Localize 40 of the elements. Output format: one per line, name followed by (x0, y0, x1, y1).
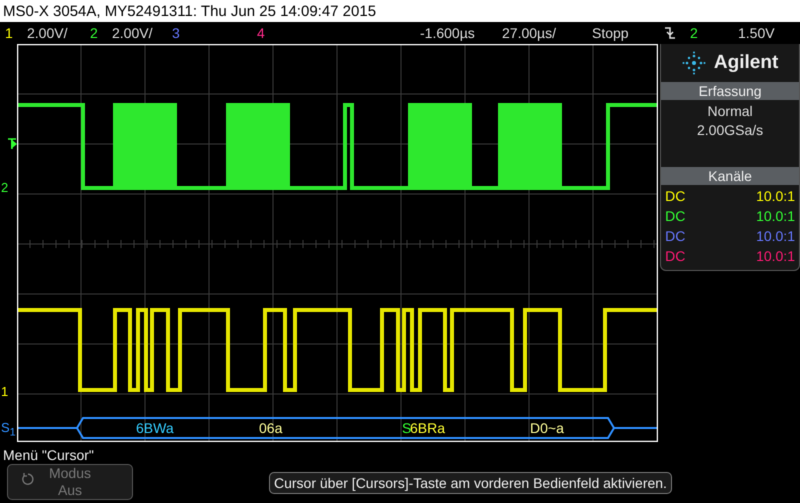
channel-scale: 2.00V/ (112, 25, 152, 41)
channel-coupling: DC (665, 208, 686, 224)
trigger-arrow-icon (11, 139, 17, 149)
run-state: Stopp (592, 25, 629, 41)
decode-label: 6BRa (410, 420, 446, 436)
channel-number[interactable]: 4 (257, 25, 265, 41)
window-title: MS0-X 3054A, MY52491311: Thu Jun 25 14:09:47 2015 (3, 2, 376, 20)
channel-coupling: DC (665, 248, 686, 264)
brand-logo-text: Agilent (714, 52, 778, 74)
probe-ratio: 10.0:1 (756, 248, 795, 264)
rotate-icon (20, 472, 34, 486)
channel-marker[interactable]: 1 (1, 384, 8, 400)
section-header[interactable]: Erfassung (661, 82, 799, 100)
trigger-level-marker-icon (7, 138, 17, 150)
decode-label: D0~a (530, 420, 564, 436)
channel-coupling: DC (665, 188, 686, 204)
hint-message: Cursor über [Cursors]-Taste am vorderen Bedienfeld aktivieren. (269, 472, 672, 494)
channel-marker[interactable]: 2 (1, 180, 8, 196)
probe-ratio: 10.0:1 (756, 228, 795, 244)
channel-number[interactable]: 1 (5, 25, 13, 41)
falling-edge-icon (664, 26, 676, 40)
acquisition-value: 2.00GSa/s (697, 122, 764, 138)
acquisition-value: Normal (708, 103, 753, 119)
decode-label: 6BWa (136, 420, 174, 436)
timebase: 27.00µs/ (502, 25, 556, 41)
decode-label: 06a (259, 420, 282, 436)
channel-number[interactable]: 3 (172, 25, 180, 41)
decode-label: S (402, 420, 412, 436)
trigger-source: 2 (690, 25, 698, 41)
menu-title: Menü "Cursor" (3, 447, 95, 463)
channel-number[interactable]: 2 (90, 25, 98, 41)
probe-ratio: 10.0:1 (756, 208, 795, 224)
trigger-level: 1.50V (738, 25, 775, 41)
starburst-logo-icon (682, 51, 706, 75)
probe-ratio: 10.0:1 (756, 188, 795, 204)
trigger-delay: -1.600µs (420, 25, 475, 41)
channel-marker[interactable]: S$_{1}$ (1, 420, 16, 441)
channel-scale: 2.00V/ (27, 25, 68, 41)
section-header[interactable]: Kanäle (661, 167, 799, 185)
channel-coupling: DC (665, 228, 686, 244)
